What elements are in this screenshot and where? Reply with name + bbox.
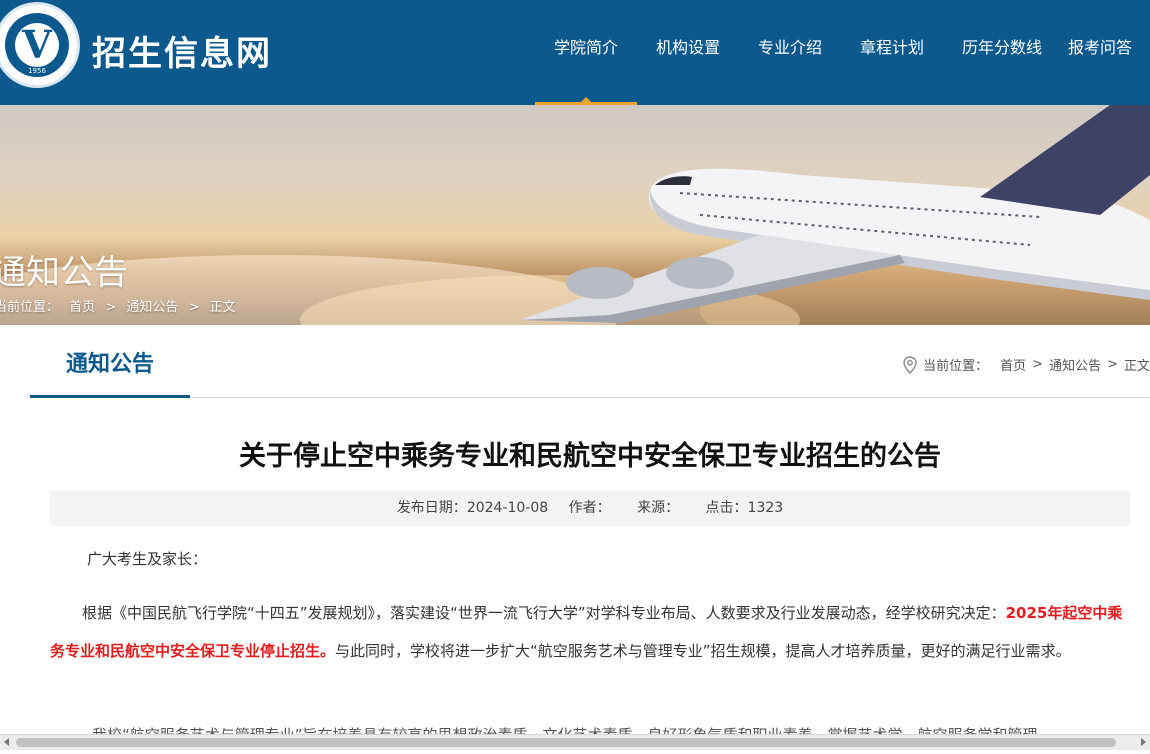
nav-item-departments[interactable]: 机构设置: [637, 0, 739, 105]
breadcrumb-home-link[interactable]: 首页: [1000, 355, 1026, 374]
logo-year: 1956: [28, 67, 46, 75]
map-pin-icon: [903, 355, 917, 374]
site-title[interactable]: 招生信息网: [92, 26, 272, 75]
horizontal-scrollbar[interactable]: [0, 734, 1150, 750]
nav-item-faq[interactable]: 报考问答: [1061, 0, 1150, 105]
publish-date: 2024-10-08: [466, 500, 549, 516]
clicks-label: 点击：: [705, 500, 748, 516]
click-count: 1323: [747, 500, 784, 516]
section-title: 通知公告: [30, 335, 190, 398]
breadcrumb-current: 正文: [209, 300, 236, 315]
source-label: 来源：: [637, 500, 680, 516]
logo-emblem: V 1956: [5, 13, 69, 77]
breadcrumb-home-link[interactable]: 首页: [69, 300, 95, 315]
scroll-left-arrow-icon[interactable]: [4, 738, 9, 746]
main-nav: 学院简介 机构设置 专业介绍 章程计划 历年分数线 报考问答: [535, 0, 1150, 105]
airplane-illustration: [520, 105, 1150, 323]
banner-title: 通知公告: [0, 253, 128, 293]
paragraph-lead: 根据《中国民航飞行学院“十四五”发展规划》，落实建设“世界一流飞行大学”对学科专…: [82, 604, 1006, 622]
breadcrumb-current: 正文: [1123, 359, 1150, 374]
breadcrumb-separator: >: [1107, 357, 1118, 372]
article-title: 关于停止空中乘务专业和民航空中安全保卫专业招生的公告: [239, 441, 941, 472]
breadcrumb: 当前位置： 首页 > 通知公告 > 正文: [903, 355, 1150, 374]
breadcrumb-separator: >: [188, 300, 200, 315]
site-header: V 1956 招生信息网 学院简介 机构设置 专业介绍 章程计划 历年分数线 报…: [0, 0, 1150, 105]
scroll-right-arrow-icon[interactable]: [1141, 738, 1146, 746]
nav-item-majors[interactable]: 专业介绍: [739, 0, 841, 105]
section-bar: 通知公告 当前位置： 首页 > 通知公告 > 正文: [30, 335, 1150, 398]
breadcrumb-label: 当前位置：: [0, 300, 60, 315]
breadcrumb-separator: >: [1032, 357, 1044, 372]
breadcrumb-notices-link[interactable]: 通知公告: [1049, 355, 1101, 374]
date-label: 发布日期：: [396, 500, 467, 516]
school-logo[interactable]: V 1956: [0, 2, 80, 88]
nav-item-historical-scores[interactable]: 历年分数线: [943, 0, 1061, 105]
page-banner: 通知公告 当前位置： 首页 > 通知公告 > 正文: [0, 105, 1150, 325]
author-label: 作者：: [568, 500, 611, 516]
article-meta: 发布日期：2024-10-08 作者： 来源： 点击：1323: [50, 491, 1130, 526]
banner-breadcrumb: 当前位置： 首页 > 通知公告 > 正文: [0, 296, 242, 315]
breadcrumb-label: 当前位置：: [923, 359, 989, 374]
scrollbar-thumb[interactable]: [16, 738, 1116, 747]
paragraph-tail: 与此同时，学校将进一步扩大“航空服务艺术与管理专业”招生规模，提高人才培养质量，…: [335, 642, 1071, 660]
salutation-paragraph: 广大考生及家长：: [87, 550, 208, 568]
logo-v-mark: V: [15, 23, 59, 67]
body-paragraph: 根据《中国民航飞行学院“十四五”发展规划》，落实建设“世界一流飞行大学”对学科专…: [50, 594, 1132, 670]
breadcrumb-notices-link[interactable]: 通知公告: [126, 300, 178, 315]
breadcrumb-separator: >: [105, 300, 117, 315]
nav-item-charter-plan[interactable]: 章程计划: [841, 0, 943, 105]
nav-item-about[interactable]: 学院简介: [535, 0, 637, 105]
